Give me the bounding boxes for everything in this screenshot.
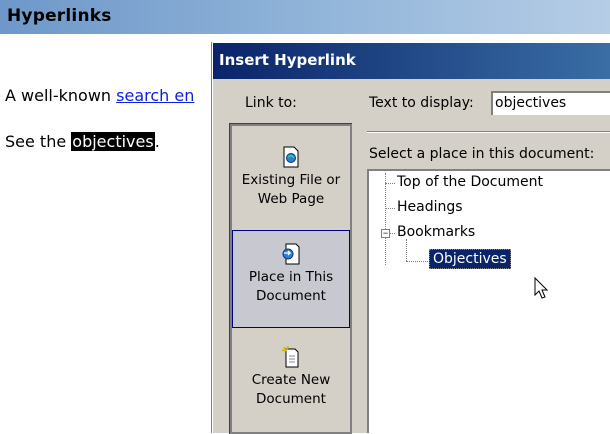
paragraph-2-suffix: . — [154, 132, 160, 151]
selected-word[interactable]: objectives — [71, 132, 155, 151]
link-to-label: Link to: — [245, 95, 297, 111]
place-in-document-label-1: Place in This — [248, 269, 334, 285]
web-page-icon — [283, 146, 299, 168]
text-to-display-label: Text to display: — [369, 95, 474, 111]
paragraph-1: A well-known search en — [5, 86, 194, 105]
tree-node-objectives[interactable]: Objectives — [429, 249, 511, 269]
insert-hyperlink-dialog: Insert Hyperlink Link to: Existing File … — [212, 42, 610, 434]
tree-connector — [390, 233, 395, 234]
tree-connector — [385, 183, 395, 184]
paragraph-1-text: A well-known — [5, 86, 117, 105]
page-heading: Hyperlinks — [7, 6, 112, 26]
existing-file-button[interactable]: Existing File or Web Page — [232, 136, 350, 234]
mouse-pointer-icon — [534, 277, 549, 299]
collapse-icon[interactable]: − — [381, 229, 390, 238]
heading-bar: Hyperlinks — [0, 0, 610, 34]
tree-connector — [385, 173, 386, 265]
create-new-label-2: Document — [256, 391, 326, 407]
place-in-document-button[interactable]: Place in This Document — [232, 230, 350, 328]
place-in-document-icon — [282, 243, 300, 265]
dialog-titlebar[interactable]: Insert Hyperlink — [213, 43, 610, 79]
paragraph-2: See the objectives. — [5, 132, 160, 151]
new-document-icon — [281, 346, 299, 368]
text-to-display-input[interactable]: objectives — [491, 91, 610, 115]
divider — [367, 131, 610, 133]
tree-connector — [406, 261, 430, 262]
tree-node-headings[interactable]: Headings — [397, 199, 463, 215]
create-new-label-1: Create New — [251, 372, 331, 388]
select-place-label: Select a place in this document: — [369, 146, 595, 162]
document-places-tree[interactable]: − Top of the Document Headings Bookmarks… — [367, 169, 610, 433]
existing-file-label-2: Web Page — [257, 191, 325, 207]
tree-node-top[interactable]: Top of the Document — [397, 174, 543, 190]
tree-node-bookmarks[interactable]: Bookmarks — [397, 224, 475, 240]
paragraph-2-text: See the — [5, 132, 72, 151]
link-to-bar: Existing File or Web Page Place in This … — [229, 123, 352, 434]
tree-connector — [385, 208, 395, 209]
existing-file-label-1: Existing File or — [241, 172, 341, 188]
place-in-document-label-2: Document — [256, 288, 326, 304]
tree-connector — [406, 239, 407, 261]
dialog-title: Insert Hyperlink — [219, 51, 356, 69]
create-new-document-button[interactable]: Create New Document — [232, 332, 350, 430]
search-engine-link[interactable]: search en — [116, 86, 194, 105]
